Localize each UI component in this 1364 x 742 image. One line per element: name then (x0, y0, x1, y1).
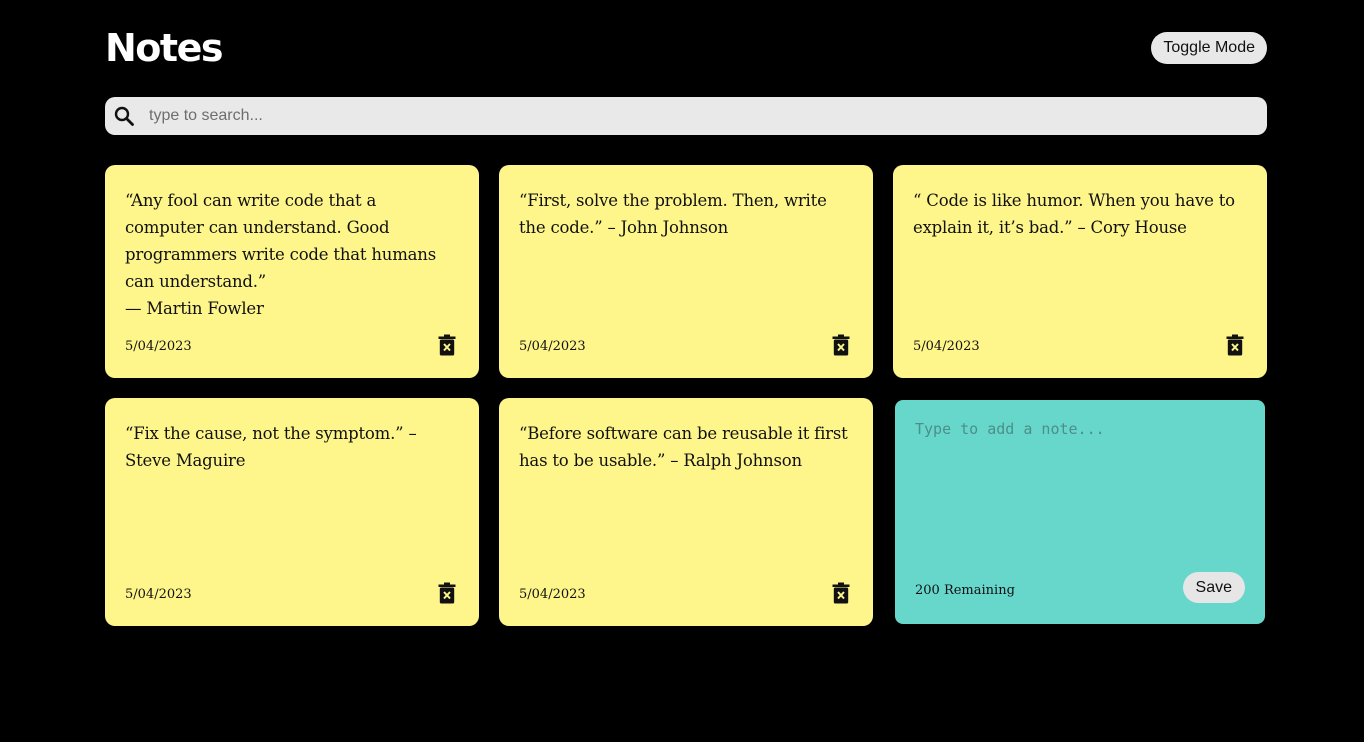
header: Notes Toggle Mode (105, 22, 1267, 76)
note-card: “Before software can be reusable it firs… (499, 398, 873, 626)
note-date: 5/04/2023 (519, 587, 586, 602)
note-card: “Fix the cause, not the symptom.” – Stev… (105, 398, 479, 626)
note-date: 5/04/2023 (913, 339, 980, 354)
note-footer: 5/04/2023 (913, 334, 1244, 356)
note-footer: 5/04/2023 (125, 582, 456, 604)
delete-icon[interactable] (438, 334, 456, 356)
delete-icon[interactable] (1226, 334, 1244, 356)
note-date: 5/04/2023 (125, 339, 192, 354)
note-card: “ Code is like humor. When you have to e… (893, 165, 1267, 378)
search-icon (114, 106, 134, 126)
delete-icon[interactable] (832, 334, 850, 356)
note-text: “Fix the cause, not the symptom.” – Stev… (125, 424, 422, 470)
remaining-counter: 200 Remaining (915, 583, 1015, 598)
note-text: “ Code is like humor. When you have to e… (913, 191, 1240, 237)
note-text: “Any fool can write code that a computer… (125, 191, 437, 318)
search-bar (105, 97, 1267, 135)
toggle-mode-button[interactable]: Toggle Mode (1151, 32, 1267, 64)
page-title: Notes (105, 26, 223, 70)
note-footer: 5/04/2023 (125, 334, 456, 356)
app-container: Notes Toggle Mode “Any fool can write co… (0, 0, 1364, 742)
delete-icon[interactable] (832, 582, 850, 604)
add-note-card: 200 Remaining Save (895, 400, 1265, 624)
note-card: “Any fool can write code that a computer… (105, 165, 479, 378)
save-button[interactable]: Save (1182, 572, 1245, 603)
add-note-textarea[interactable] (915, 418, 1245, 558)
note-text: “Before software can be reusable it firs… (519, 424, 853, 470)
note-text: “First, solve the problem. Then, write t… (519, 191, 832, 237)
note-footer: 5/04/2023 (519, 582, 850, 604)
note-footer: 5/04/2023 (519, 334, 850, 356)
note-date: 5/04/2023 (125, 587, 192, 602)
delete-icon[interactable] (438, 582, 456, 604)
note-card: “First, solve the problem. Then, write t… (499, 165, 873, 378)
search-input[interactable] (149, 97, 1249, 135)
note-date: 5/04/2023 (519, 339, 586, 354)
